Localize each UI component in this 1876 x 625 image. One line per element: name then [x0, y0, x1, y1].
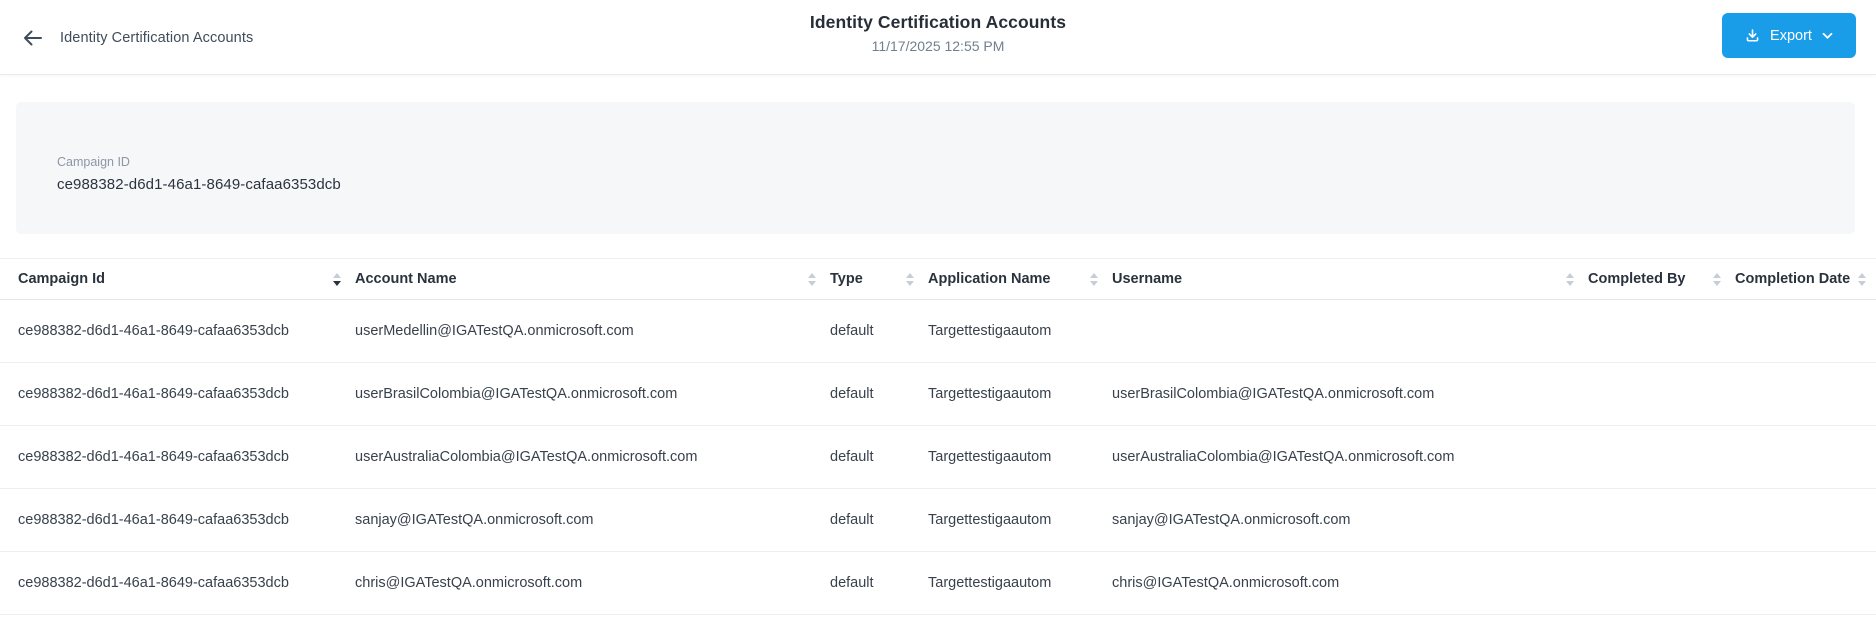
campaign-summary-panel: Campaign ID ce988382-d6d1-46a1-8649-cafa… — [16, 102, 1855, 234]
table-cell: default — [830, 323, 874, 339]
column-header-label: Account Name — [355, 271, 457, 287]
table-row: ce988382-d6d1-46a1-8649-cafaa6353dcb sanj… — [0, 489, 1876, 552]
column-header-application-name[interactable]: Application Name — [928, 271, 1112, 287]
table-cell: userAustraliaColombia@IGATestQA.onmicros… — [1112, 449, 1455, 465]
page-timestamp: 11/17/2025 12:55 PM — [871, 38, 1005, 54]
column-header-label: Completion Date — [1735, 271, 1851, 287]
back-arrow-icon[interactable] — [22, 29, 43, 47]
accounts-table: Campaign Id Account Name Type Application N… — [0, 258, 1876, 615]
table-row: ce988382-d6d1-46a1-8649-cafaa6353dcb user… — [0, 426, 1876, 489]
table-row: ce988382-d6d1-46a1-8649-cafaa6353dcb chri… — [0, 552, 1876, 615]
table-cell: Targettestigaautom — [928, 575, 1052, 591]
campaign-id-value: ce988382-d6d1-46a1-8649-cafaa6353dcb — [57, 176, 341, 193]
table-cell: Targettestigaautom — [928, 323, 1052, 339]
table-cell: ce988382-d6d1-46a1-8649-cafaa6353dcb — [18, 449, 289, 465]
top-bar: Identity Certification Accounts Identity… — [0, 0, 1876, 75]
table-header-row: Campaign Id Account Name Type Application N… — [0, 258, 1876, 300]
table-cell: userAustraliaColombia@IGATestQA.onmicros… — [355, 449, 698, 465]
table-cell: Targettestigaautom — [928, 386, 1052, 402]
sort-icon[interactable] — [1850, 272, 1867, 286]
table-cell: Targettestigaautom — [928, 449, 1052, 465]
column-header-label: Application Name — [928, 271, 1051, 287]
campaign-id-label: Campaign ID — [57, 155, 130, 169]
table-cell: ce988382-d6d1-46a1-8649-cafaa6353dcb — [18, 386, 289, 402]
table-cell: Targettestigaautom — [928, 512, 1052, 528]
column-header-completed-by[interactable]: Completed By — [1588, 271, 1735, 287]
column-header-type[interactable]: Type — [830, 271, 928, 287]
table-cell: userBrasilColombia@IGATestQA.onmicrosoft… — [1112, 386, 1435, 402]
sort-icon[interactable] — [898, 272, 914, 286]
table-body: ce988382-d6d1-46a1-8649-cafaa6353dcb user… — [0, 300, 1876, 615]
back-link[interactable]: Identity Certification Accounts — [22, 0, 253, 75]
table-cell: default — [830, 386, 874, 402]
table-cell: chris@IGATestQA.onmicrosoft.com — [355, 575, 583, 591]
table-cell: ce988382-d6d1-46a1-8649-cafaa6353dcb — [18, 575, 289, 591]
sort-icon[interactable] — [800, 272, 816, 286]
download-icon — [1745, 28, 1760, 43]
export-button-label: Export — [1770, 27, 1812, 44]
page-title: Identity Certification Accounts — [809, 12, 1067, 32]
column-header-label: Username — [1112, 271, 1183, 287]
column-header-label: Type — [830, 271, 863, 287]
column-header-account-name[interactable]: Account Name — [355, 271, 830, 287]
table-cell: chris@IGATestQA.onmicrosoft.com — [1112, 575, 1340, 591]
chevron-down-icon — [1822, 32, 1833, 40]
table-cell: ce988382-d6d1-46a1-8649-cafaa6353dcb — [18, 323, 289, 339]
table-cell: ce988382-d6d1-46a1-8649-cafaa6353dcb — [18, 512, 289, 528]
sort-icon[interactable] — [1082, 272, 1098, 286]
table-cell: default — [830, 575, 874, 591]
table-row: ce988382-d6d1-46a1-8649-cafaa6353dcb user… — [0, 300, 1876, 363]
title-block: Identity Certification Accounts 11/17/20… — [810, 12, 1066, 54]
table-row: ce988382-d6d1-46a1-8649-cafaa6353dcb user… — [0, 363, 1876, 426]
table-cell: sanjay@IGATestQA.onmicrosoft.com — [1112, 512, 1351, 528]
column-header-label: Completed By — [1588, 271, 1686, 287]
export-button[interactable]: Export — [1722, 13, 1856, 58]
table-cell: sanjay@IGATestQA.onmicrosoft.com — [355, 512, 594, 528]
table-cell: userBrasilColombia@IGATestQA.onmicrosoft… — [355, 386, 678, 402]
column-header-campaign-id[interactable]: Campaign Id — [18, 271, 355, 287]
table-cell: default — [830, 512, 874, 528]
breadcrumb-label: Identity Certification Accounts — [60, 29, 254, 46]
sort-icon[interactable] — [1705, 272, 1721, 286]
table-cell: default — [830, 449, 874, 465]
column-header-completion-date[interactable]: Completion Date — [1735, 271, 1876, 287]
table-cell: userMedellin@IGATestQA.onmicrosoft.com — [355, 323, 634, 339]
column-header-label: Campaign Id — [18, 271, 106, 287]
column-header-username[interactable]: Username — [1112, 271, 1588, 287]
sort-icon[interactable] — [1558, 272, 1574, 286]
sort-icon[interactable] — [325, 272, 341, 286]
